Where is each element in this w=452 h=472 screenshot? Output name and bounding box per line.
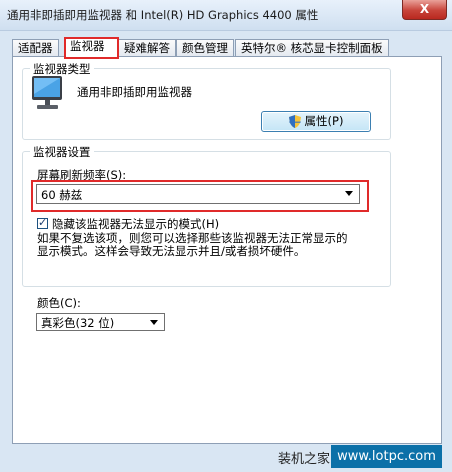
title-bar: 通用非即插即用监视器 和 Intel(R) HD Graphics 4400 属… — [0, 0, 452, 31]
hide-modes-label[interactable]: 隐藏该监视器无法显示的模式(H) — [52, 216, 219, 232]
hide-modes-description-line2: 显示模式。这样会导致无法显示并且/或者损坏硬件。 — [37, 244, 306, 258]
colors-label: 颜色(C): — [37, 296, 81, 310]
hide-modes-checkbox[interactable]: ✓ — [37, 216, 48, 229]
close-button[interactable]: X — [402, 0, 447, 20]
watermark-url: www.lotpc.com — [331, 445, 442, 468]
properties-button[interactable]: 属性(P) — [261, 111, 371, 132]
chevron-down-icon — [150, 320, 158, 325]
checkmark-icon: ✓ — [38, 216, 48, 229]
tab-strip: 适配器 监视器 疑难解答 颜色管理 英特尔® 核芯显卡控制面板 — [12, 37, 442, 59]
colors-dropdown[interactable]: 真彩色(32 位) — [36, 313, 165, 331]
tab-color-management[interactable]: 颜色管理 — [176, 39, 234, 56]
tab-intel-control-panel[interactable]: 英特尔® 核芯显卡控制面板 — [235, 39, 389, 56]
uac-shield-icon — [288, 115, 301, 128]
close-icon: X — [419, 2, 430, 16]
monitor-icon — [32, 76, 62, 109]
monitor-name: 通用非即插即用监视器 — [77, 85, 192, 99]
tab-highlight-box — [64, 37, 119, 59]
colors-value: 真彩色(32 位) — [41, 316, 115, 330]
monitor-settings-label: 监视器设置 — [30, 144, 94, 160]
tab-troubleshoot[interactable]: 疑难解答 — [118, 39, 176, 56]
window-title: 通用非即插即用监视器 和 Intel(R) HD Graphics 4400 属… — [7, 8, 319, 22]
tab-adapter[interactable]: 适配器 — [12, 39, 59, 56]
properties-button-label: 属性(P) — [304, 114, 344, 128]
refresh-highlight-box — [31, 180, 369, 212]
watermark-text: 装机之家 — [278, 452, 331, 467]
